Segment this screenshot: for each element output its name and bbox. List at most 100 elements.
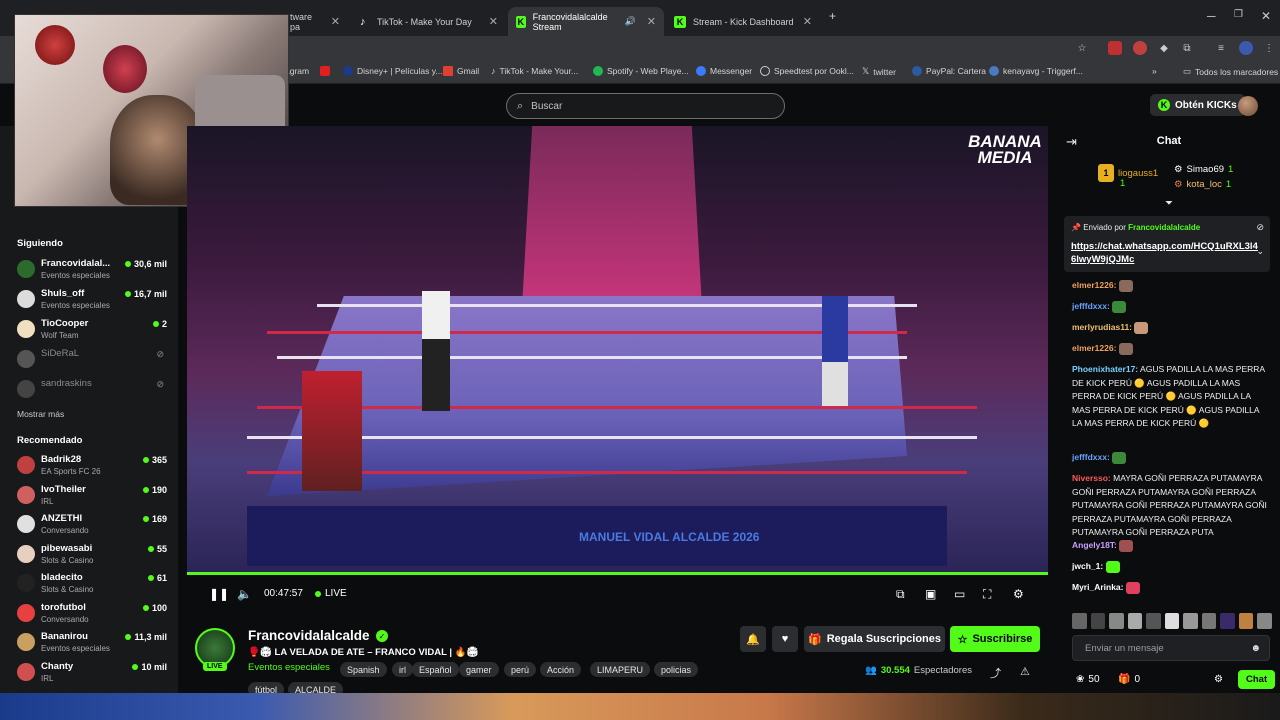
tab-other[interactable]: tware pa ✕ — [282, 7, 348, 36]
close-icon[interactable]: ✕ — [489, 15, 498, 28]
tag[interactable]: Español — [412, 662, 459, 677]
chat-message[interactable]: Myri_Arinka: — [1072, 581, 1268, 595]
bookmark-kenayavg[interactable]: kenayavg - Triggerf... — [989, 66, 1083, 76]
bookmark-paypal[interactable]: PayPal: Cartera — [912, 66, 986, 76]
tag[interactable]: perú — [504, 662, 537, 677]
minimize-icon[interactable]: ─ — [1207, 9, 1216, 23]
chat-username[interactable]: elmer1226: — [1072, 343, 1116, 353]
sidebar-channel[interactable]: pibewasabi Slots & Casino 55 — [17, 541, 167, 569]
show-more-link[interactable]: Mostrar más — [17, 409, 64, 419]
tag[interactable]: policias — [654, 662, 699, 677]
emote-icon[interactable] — [1183, 613, 1198, 629]
avatar[interactable] — [1238, 96, 1258, 116]
extension-icon[interactable] — [1133, 41, 1147, 55]
tag[interactable]: gamer — [459, 662, 499, 677]
sidebar-channel[interactable]: SiDeRaL ⊘ — [17, 346, 167, 374]
emote-icon[interactable] — [1257, 613, 1273, 629]
chevron-down-icon[interactable]: ⌄ — [1256, 246, 1264, 257]
youtube-icon[interactable] — [320, 66, 330, 76]
pip-icon[interactable]: ⧉ — [896, 587, 905, 602]
close-icon[interactable]: ✕ — [647, 15, 656, 28]
chat-input[interactable]: Enviar un mensaje ☻ — [1072, 635, 1270, 661]
emote-icon[interactable] — [1201, 613, 1217, 629]
chat-username[interactable]: jefffdxxx: — [1072, 301, 1110, 311]
chat-message[interactable]: jefffdxxx: — [1072, 300, 1268, 314]
sidebar-channel[interactable]: Francovidalal... Eventos especiales 30,6… — [17, 256, 167, 284]
bookmark-messenger[interactable]: Messenger — [696, 66, 752, 76]
unpin-icon[interactable]: ⊘ — [1256, 222, 1264, 233]
leaderboard-item[interactable]: ⚙ Simao69 1 — [1174, 164, 1233, 175]
channel-name[interactable]: Francovidalalcalde — [248, 628, 370, 643]
sidebar-channel[interactable]: Bananirou Eventos especiales 11,3 mil — [17, 629, 167, 657]
search-input[interactable]: ⌕ Buscar — [506, 93, 785, 119]
close-window-icon[interactable]: ✕ — [1261, 9, 1271, 23]
fullscreen-icon[interactable]: ⛶ — [983, 587, 991, 602]
tab-francovidal-stream[interactable]: K Francovidalalcalde Stream 🔊 ✕ — [508, 7, 664, 36]
close-icon[interactable]: ✕ — [803, 15, 812, 28]
bookmark-tiktok[interactable]: ♪ TikTok - Make Your... — [491, 66, 578, 76]
new-tab-button[interactable]: + — [829, 9, 836, 23]
bookmark-speedtest[interactable]: Speedtest por Ookl... — [760, 66, 854, 76]
pinned-message[interactable]: 📌 Enviado por Francovidalalcalde ⊘ https… — [1064, 216, 1270, 272]
emote-icon[interactable] — [1238, 613, 1254, 629]
sidebar-channel[interactable]: Shuls_off Eventos especiales 16,7 mil — [17, 286, 167, 314]
menu-icon[interactable]: ⋮ — [1262, 41, 1276, 55]
chat-settings-icon[interactable]: ⚙ — [1214, 674, 1223, 685]
emote-icon[interactable] — [1072, 613, 1087, 629]
get-kicks-button[interactable]: K Obtén KICKs — [1150, 94, 1245, 116]
media-icon[interactable]: ≡ — [1214, 41, 1228, 55]
bookmark-disney[interactable]: Disney+ | Películas y... — [343, 66, 442, 76]
miniplayer-icon[interactable]: ▣ — [925, 587, 936, 601]
tab-tiktok[interactable]: ♪ TikTok - Make Your Day ✕ — [352, 7, 506, 36]
star-icon[interactable]: ☆ — [1075, 41, 1089, 55]
gift-subs-button[interactable]: 🎁 Regala Suscripciones — [804, 626, 945, 652]
notification-bell-button[interactable]: 🔔 — [740, 626, 766, 652]
points-display[interactable]: ❀ 50 — [1076, 674, 1100, 685]
subscribe-button[interactable]: ☆ Suscribirse — [950, 626, 1040, 652]
chat-message[interactable]: elmer1226: — [1072, 342, 1268, 356]
category-link[interactable]: Eventos especiales — [248, 662, 330, 673]
pause-icon[interactable]: ❚❚ — [209, 587, 229, 601]
follow-button[interactable]: ♥ — [772, 626, 798, 652]
sidebar-channel[interactable]: sandraskins ⊘ — [17, 376, 167, 404]
chat-username[interactable]: Angely18T: — [1072, 540, 1117, 550]
bookmark-gmail[interactable]: Gmail — [443, 66, 479, 76]
gifts-display[interactable]: 🎁 0 — [1118, 674, 1140, 685]
tag[interactable]: LIMAPERU — [590, 662, 651, 677]
report-icon[interactable]: ⚠ — [1020, 665, 1030, 678]
chat-message[interactable]: Angely18T: — [1072, 539, 1268, 553]
extension-icon[interactable] — [1108, 41, 1122, 55]
share-icon[interactable]: ⤴ — [990, 665, 1001, 681]
chat-username[interactable]: jwch_1: — [1072, 561, 1103, 571]
sidebar-channel[interactable]: bladecito Slots & Casino 61 — [17, 570, 167, 598]
sidebar-channel[interactable]: IvoTheiler IRL 190 — [17, 482, 167, 510]
chat-username[interactable]: jefffdxxx: — [1072, 452, 1110, 462]
tag[interactable]: irl — [392, 662, 413, 677]
video-player[interactable]: MANUEL VIDAL ALCALDE 2026 BANANA MEDIA ❚… — [187, 126, 1048, 612]
emote-icon[interactable] — [1220, 613, 1235, 629]
emote-icon[interactable] — [1127, 613, 1143, 629]
sidebar-channel[interactable]: Badrik28 EA Sports FC 26 365 — [17, 452, 167, 480]
extension-icon[interactable]: ◆ — [1157, 41, 1171, 55]
chat-username[interactable]: Myri_Arinka: — [1072, 582, 1124, 592]
tab-kick-dashboard[interactable]: K Stream - Kick Dashboard ✕ — [666, 7, 820, 36]
sidebar-channel[interactable]: Chanty IRL 10 mil — [17, 659, 167, 687]
chat-message[interactable]: Phoenixhater17: AGUS PADILLA LA MAS PERR… — [1072, 363, 1268, 431]
bookmark-spotify[interactable]: Spotify - Web Playe... — [593, 66, 689, 76]
chat-message[interactable]: jefffdxxx: — [1072, 451, 1268, 465]
theater-icon[interactable]: ▭ — [954, 587, 965, 601]
leaderboard-item[interactable]: ⚙ kota_loc 1 — [1174, 179, 1231, 190]
puzzle-icon[interactable]: ⧉ — [1180, 41, 1194, 55]
settings-icon[interactable]: ⚙ — [1013, 587, 1024, 601]
more-bookmarks-icon[interactable]: » — [1152, 66, 1157, 76]
volume-icon[interactable]: 🔈 — [237, 587, 252, 601]
emoji-icon[interactable]: ☻ — [1250, 643, 1261, 654]
sidebar-channel[interactable]: ANZETHI Conversando 169 — [17, 511, 167, 539]
maximize-icon[interactable]: ❐ — [1234, 9, 1243, 20]
all-bookmarks[interactable]: ▭ Todos los marcadores — [1183, 66, 1278, 77]
sidebar-channel[interactable]: torofutbol Conversando 100 — [17, 600, 167, 628]
send-chat-button[interactable]: Chat — [1238, 670, 1276, 689]
expand-leaderboard-icon[interactable]: ⏷ — [1165, 198, 1173, 209]
chat-message[interactable]: elmer1226: — [1072, 279, 1268, 293]
bookmark-twitter[interactable]: 𝕏twitter — [862, 66, 896, 77]
